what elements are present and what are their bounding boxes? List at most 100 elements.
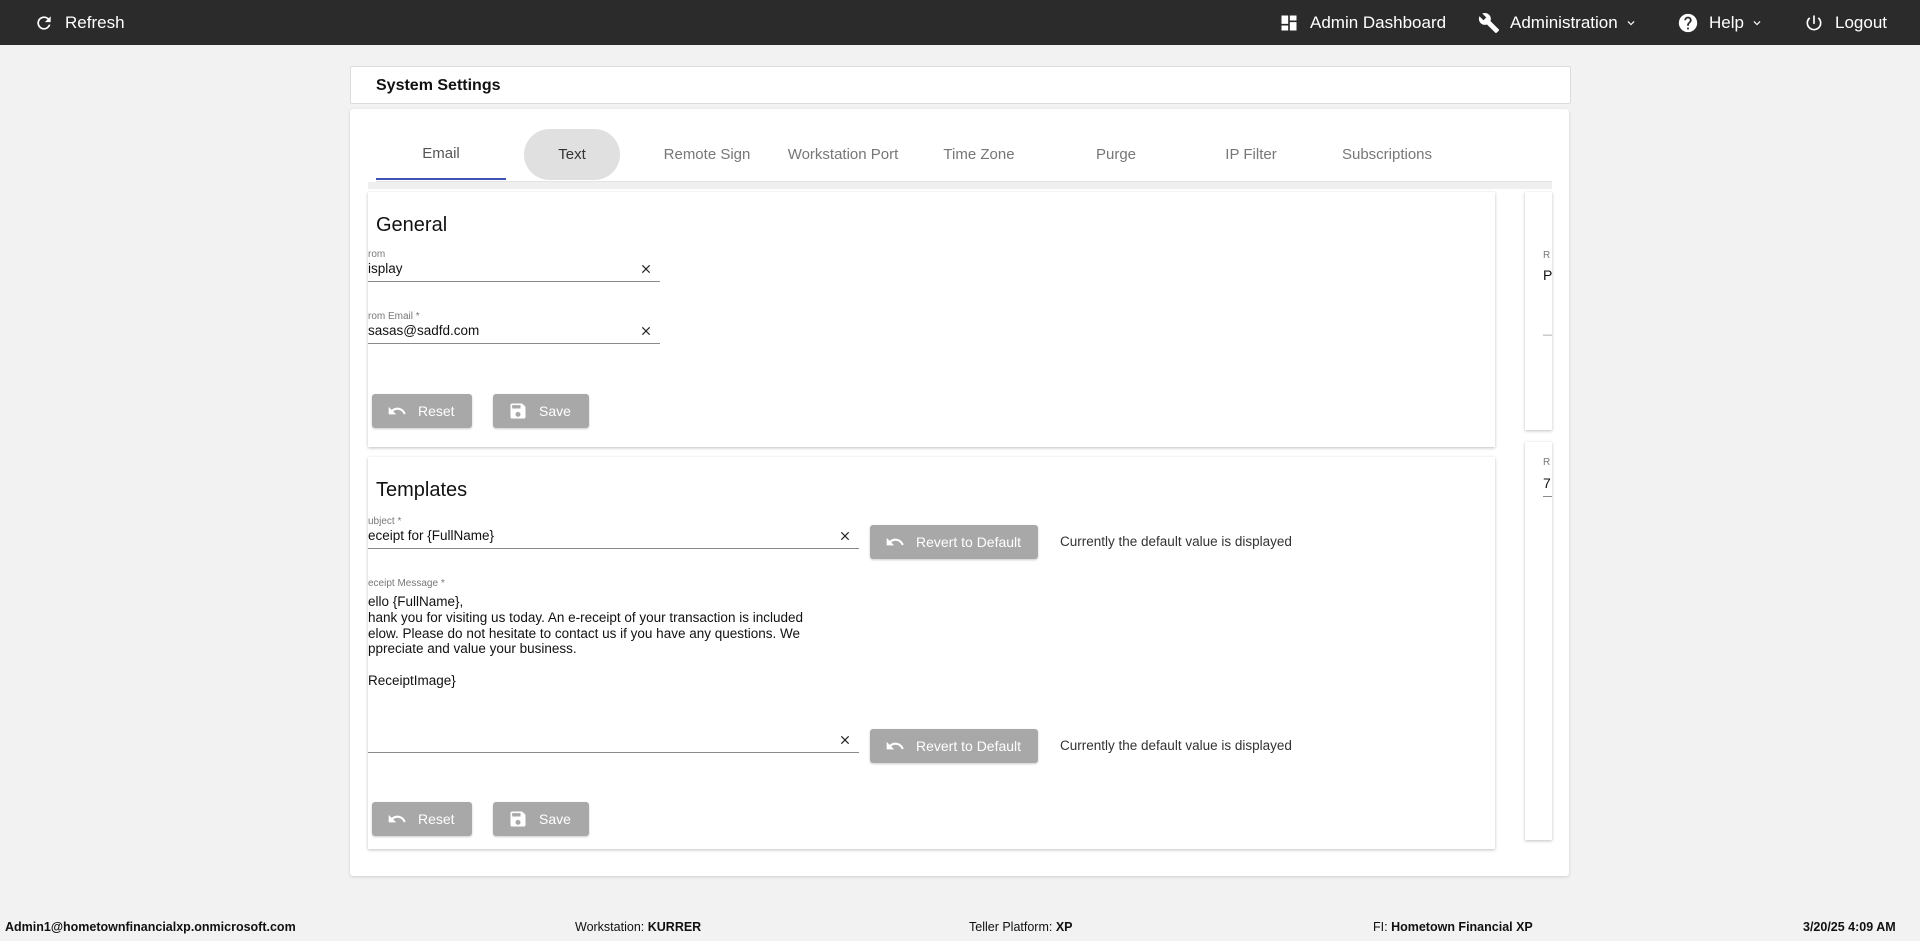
tab-time-zone[interactable]: Time Zone — [914, 129, 1044, 180]
tab-subscriptions[interactable]: Subscriptions — [1322, 129, 1452, 180]
logout-label: Logout — [1835, 12, 1887, 32]
undo-icon — [386, 400, 408, 422]
tab-purge[interactable]: Purge — [1051, 129, 1181, 180]
templates-panel: Templates ubject * eceipt for {FullName}… — [368, 457, 1495, 849]
revert-label: Revert to Default — [916, 738, 1022, 754]
admin-dashboard-link[interactable]: Admin Dashboard — [1278, 0, 1446, 45]
logout-button[interactable]: Logout — [1803, 0, 1887, 45]
revert-label: Revert to Default — [916, 534, 1022, 550]
field-label: R — [1543, 457, 1551, 468]
field-label: rom Email * — [368, 311, 420, 322]
save-button[interactable]: Save — [493, 802, 589, 836]
side-panel-top: R P — — [1525, 192, 1552, 430]
tab-label: Workstation Port — [787, 146, 899, 163]
workstation-label: Workstation: — [575, 920, 645, 934]
power-icon — [1803, 12, 1825, 34]
administration-menu[interactable]: Administration — [1478, 0, 1638, 45]
clear-icon[interactable] — [838, 733, 852, 747]
default-value-hint: Currently the default value is displayed — [1060, 738, 1292, 753]
save-button[interactable]: Save — [493, 394, 589, 428]
from-display-field[interactable]: rom isplay — [368, 249, 660, 283]
revert-to-default-button[interactable]: Revert to Default — [870, 729, 1038, 763]
administration-label: Administration — [1510, 12, 1618, 32]
field-underline — [368, 343, 660, 344]
template-text-field[interactable] — [368, 720, 859, 754]
tab-label: Time Zone — [943, 146, 1015, 163]
field-value: eceipt for {FullName} — [368, 528, 495, 543]
field-underline — [368, 752, 859, 753]
undo-icon — [386, 808, 408, 830]
message-line: elow. Please do not hesitate to contact … — [368, 626, 801, 641]
settings-tabs: Email Text Remote Sign Workstation Port … — [376, 129, 1552, 182]
help-menu[interactable]: Help — [1677, 0, 1764, 45]
footer-fi: FI: Hometown Financial XP — [1373, 914, 1533, 941]
message-line: ello {FullName}, — [368, 594, 464, 609]
field-value: 7 — [1543, 475, 1551, 491]
tab-email[interactable]: Email — [376, 129, 506, 180]
workstation-value: KURRER — [647, 920, 702, 934]
refresh-label: Refresh — [65, 12, 125, 32]
clear-icon[interactable] — [639, 324, 653, 338]
clear-icon[interactable] — [639, 262, 653, 276]
tab-workstation-port[interactable]: Workstation Port — [778, 129, 908, 180]
undo-icon — [884, 735, 906, 757]
footer-teller-platform: Teller Platform: XP — [969, 914, 1073, 941]
page-header: System Settings — [350, 66, 1571, 104]
top-bar: Refresh Admin Dashboard Administration H… — [0, 0, 1920, 45]
field-label: R — [1543, 250, 1551, 261]
field-value: P — [1543, 267, 1552, 283]
tab-label: Text — [558, 146, 586, 163]
field-underline — [368, 548, 859, 549]
footer-workstation: Workstation: KURRER — [575, 914, 701, 941]
field-underline — [1543, 496, 1552, 497]
save-icon — [507, 400, 529, 422]
revert-to-default-button[interactable]: Revert to Default — [870, 525, 1038, 559]
tab-ip-filter[interactable]: IP Filter — [1186, 129, 1316, 180]
side-panel-bottom: R 7 — [1525, 442, 1552, 840]
tab-label: Subscriptions — [1341, 146, 1433, 163]
save-icon — [507, 808, 529, 830]
wrench-icon — [1478, 12, 1500, 34]
field-underline — [368, 281, 660, 282]
field-dash: — — [1543, 329, 1552, 341]
field-label: eceipt Message * — [368, 578, 445, 589]
subject-field[interactable]: ubject * eceipt for {FullName} — [368, 516, 859, 550]
field-value: sasas@sadfd.com — [368, 323, 480, 338]
reset-label: Reset — [418, 403, 455, 419]
receipt-message-field[interactable]: eceipt Message * ello {FullName}, hank y… — [368, 578, 859, 688]
status-footer: Admin1@hometownfinancialxp.onmicrosoft.c… — [0, 914, 1920, 941]
templates-title: Templates — [376, 479, 468, 501]
message-line: ReceiptImage} — [368, 673, 456, 688]
tab-label: Purge — [1095, 146, 1137, 163]
chevron-down-icon — [1624, 16, 1638, 30]
dashboard-icon — [1278, 12, 1300, 34]
tab-label: IP Filter — [1225, 146, 1277, 163]
reset-button[interactable]: Reset — [372, 802, 472, 836]
help-icon — [1677, 12, 1699, 34]
clear-icon[interactable] — [838, 529, 852, 543]
field-label: ubject * — [368, 516, 402, 527]
from-email-field[interactable]: rom Email * sasas@sadfd.com — [368, 311, 660, 345]
field-label: rom — [368, 249, 386, 260]
chevron-down-icon — [1750, 16, 1764, 30]
save-label: Save — [539, 403, 571, 419]
tab-text[interactable]: Text — [524, 129, 620, 180]
default-value-hint: Currently the default value is displayed — [1060, 534, 1292, 549]
footer-user: Admin1@hometownfinancialxp.onmicrosoft.c… — [5, 920, 296, 934]
tab-label: Email — [422, 145, 460, 162]
footer-datetime: 3/20/25 4:09 AM — [1803, 920, 1896, 934]
undo-icon — [884, 531, 906, 553]
teller-value: XP — [1055, 920, 1073, 934]
reset-button[interactable]: Reset — [372, 394, 472, 428]
fi-value: Hometown Financial XP — [1391, 920, 1533, 934]
tab-remote-sign[interactable]: Remote Sign — [642, 129, 772, 180]
reset-label: Reset — [418, 811, 455, 827]
admin-dashboard-label: Admin Dashboard — [1310, 12, 1447, 32]
field-value: isplay — [368, 261, 403, 276]
general-panel: General rom isplay rom Email * sasas@sad… — [368, 192, 1495, 447]
help-label: Help — [1709, 12, 1744, 32]
refresh-button[interactable]: Refresh — [33, 0, 125, 45]
message-line: ppreciate and value your business. — [368, 641, 577, 656]
page-title: System Settings — [376, 77, 501, 94]
tab-label: Remote Sign — [663, 146, 751, 163]
